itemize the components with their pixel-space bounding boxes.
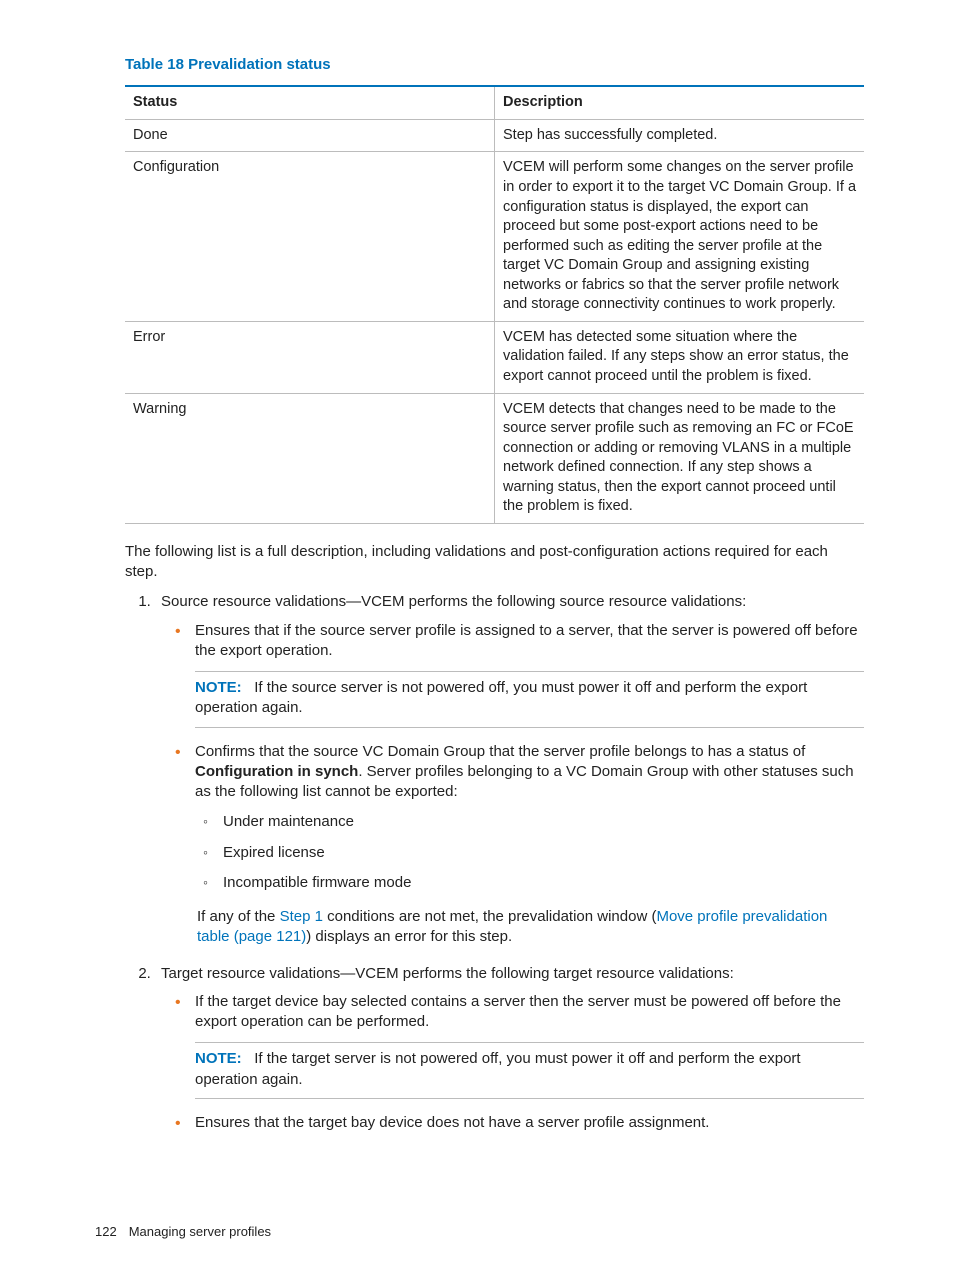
cell-status: Configuration: [125, 152, 495, 322]
note-box: NOTE: If the target server is not powere…: [195, 1042, 864, 1099]
closing-mid: conditions are not met, the prevalidatio…: [323, 908, 657, 925]
table-row: Error VCEM has detected some situation w…: [125, 321, 864, 393]
step1-bullet-1-text: Ensures that if the source server profil…: [195, 622, 858, 659]
table-row: Configuration VCEM will perform some cha…: [125, 152, 864, 322]
note-label: NOTE:: [195, 1050, 242, 1067]
cell-status: Error: [125, 321, 495, 393]
note-label: NOTE:: [195, 679, 242, 696]
table-header-row: Status Description: [125, 86, 864, 119]
step-2-lead: Target resource validations—VCEM perform…: [161, 965, 734, 982]
cell-desc: VCEM detects that changes need to be mad…: [495, 393, 865, 523]
cell-status: Warning: [125, 393, 495, 523]
step2-bullet-1-text: If the target device bay selected contai…: [195, 993, 841, 1030]
col-header-description: Description: [495, 86, 865, 119]
page-footer: 122 Managing server profiles: [95, 1223, 271, 1241]
sub-item: Expired license: [223, 843, 864, 863]
steps-list: Source resource validations—VCEM perform…: [125, 592, 864, 1133]
col-header-status: Status: [125, 86, 495, 119]
sub-list: Under maintenance Expired license Incomp…: [195, 812, 864, 893]
step-1-link[interactable]: Step 1: [280, 908, 323, 925]
note-text: If the target server is not powered off,…: [195, 1050, 801, 1087]
step1-bullet-1: Ensures that if the source server profil…: [195, 621, 864, 728]
closing-pre: If any of the: [197, 908, 280, 925]
prevalidation-table: Status Description Done Step has success…: [125, 85, 864, 524]
closing-post: ) displays an error for this step.: [306, 928, 512, 945]
footer-section: Managing server profiles: [129, 1224, 271, 1239]
table-title: Table 18 Prevalidation status: [125, 55, 864, 75]
step1-bullet-2-pre: Confirms that the source VC Domain Group…: [195, 743, 805, 760]
intro-text: The following list is a full description…: [125, 542, 864, 583]
step1-bullet-2: Confirms that the source VC Domain Group…: [195, 742, 864, 894]
cell-desc: VCEM will perform some changes on the se…: [495, 152, 865, 322]
page-number: 122: [95, 1224, 117, 1239]
note-box: NOTE: If the source server is not powere…: [195, 671, 864, 728]
step-2: Target resource validations—VCEM perform…: [155, 964, 864, 1134]
sub-item: Incompatible firmware mode: [223, 873, 864, 893]
cell-desc: VCEM has detected some situation where t…: [495, 321, 865, 393]
table-row: Warning VCEM detects that changes need t…: [125, 393, 864, 523]
cell-status: Done: [125, 119, 495, 152]
table-row: Done Step has successfully completed.: [125, 119, 864, 152]
cell-desc: Step has successfully completed.: [495, 119, 865, 152]
step1-bullet-2-bold: Configuration in synch: [195, 763, 358, 780]
step2-bullet-2: Ensures that the target bay device does …: [195, 1113, 864, 1133]
sub-item: Under maintenance: [223, 812, 864, 832]
step-1-lead: Source resource validations—VCEM perform…: [161, 593, 746, 610]
step2-bullet-2-text: Ensures that the target bay device does …: [195, 1114, 709, 1131]
note-text: If the source server is not powered off,…: [195, 679, 807, 716]
step1-closing: If any of the Step 1 conditions are not …: [197, 907, 864, 948]
step2-bullet-1: If the target device bay selected contai…: [195, 992, 864, 1099]
step-1: Source resource validations—VCEM perform…: [155, 592, 864, 947]
